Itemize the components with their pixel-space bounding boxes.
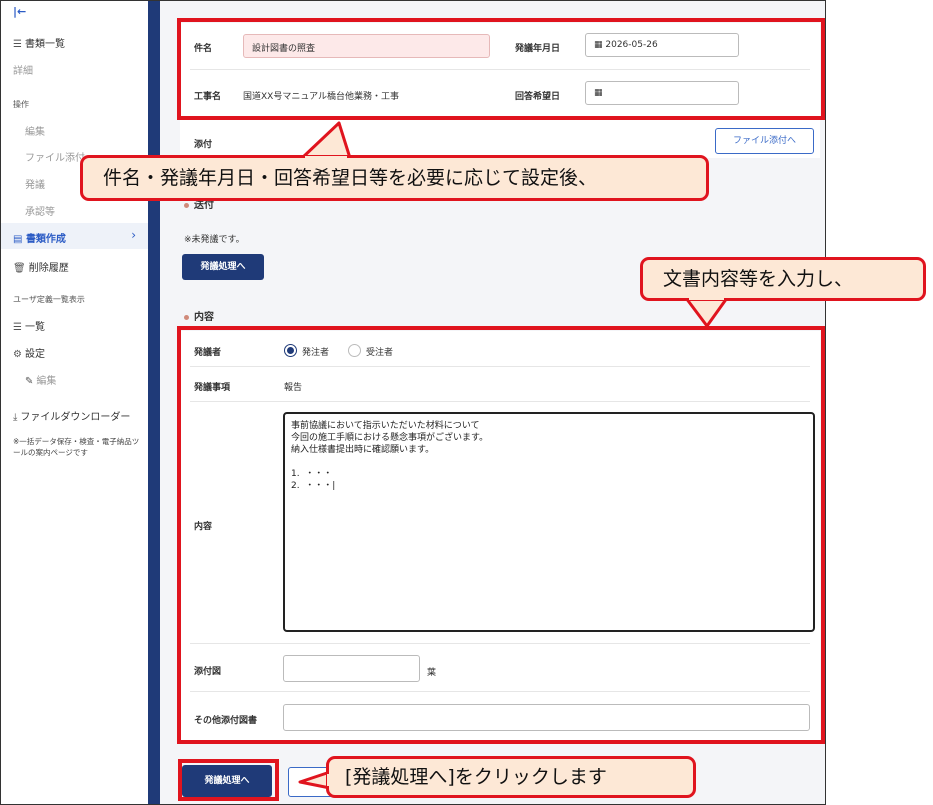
callout-tail-joins [305, 156, 724, 786]
